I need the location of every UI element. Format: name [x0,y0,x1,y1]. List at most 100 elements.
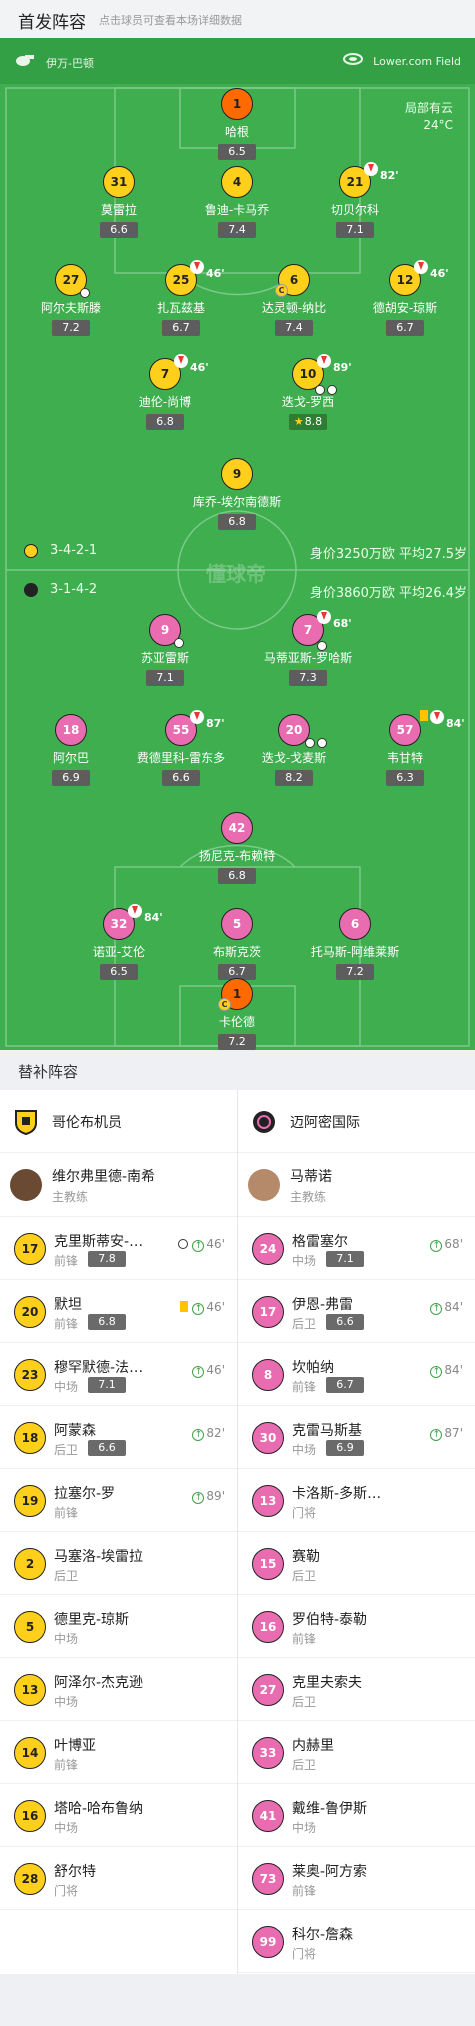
sub-player-row[interactable]: 17 伊恩-弗雷 后卫 6.6 ↑ 84' [238,1280,475,1343]
sub-minute: 46' [190,361,209,374]
player-number-text: 1 [232,987,242,1001]
sub-minute: 82' [380,169,399,182]
player-name: 克里夫索夫 [292,1675,362,1691]
home-player[interactable]: 25 46' 扎瓦兹基 6.7 [126,260,236,336]
player-number: 21 82' [339,162,399,198]
player-rating: 7.4 [275,320,313,336]
sub-player-row[interactable]: 19 拉塞尔-罗 前锋 ↑ 89' [0,1469,237,1532]
player-number: 5 [14,1611,46,1643]
player-name: 迪伦-尚博 [138,395,192,409]
away-team-row[interactable]: 迈阿密国际 [238,1090,475,1153]
sub-player-row[interactable]: 16 塔哈-哈布鲁纳 中场 [0,1784,237,1847]
away-player[interactable]: 55 87' 费德里科-雷东多 6.6 [126,710,236,786]
away-coach-row[interactable]: 马蒂诺 主教练 [238,1153,475,1217]
yellow-card-icon [180,1301,189,1312]
weather-condition: 局部有云 [404,101,453,115]
home-player[interactable]: 9 库乔-埃尔南德斯 6.8 [182,458,292,530]
home-player[interactable]: 10 89' 迭戈-罗西 ★8.8 [253,354,363,430]
sub-in-minute: 46' [206,1237,225,1251]
away-team-value: 身价3860万欧 平均26.4岁 [309,586,467,601]
sub-player-row[interactable]: 28 舒尔特 门将 [0,1847,237,1910]
substitutes-panel: 哥伦布机员 维尔弗里德-南希 主教练 17克里斯蒂安-拉米雷斯前锋7.8↑46'… [0,1090,475,1974]
player-number: 20 [278,714,327,748]
away-player[interactable]: 9 苏亚雷斯 7.1 [110,614,220,686]
home-player[interactable]: 4 鲁迪-卡马乔 7.4 [182,166,292,238]
sub-player-row[interactable]: 41 戴维-鲁伊斯 中场 [238,1784,475,1847]
home-player[interactable]: 21 82' 切贝尔科 7.1 [300,162,410,238]
sub-player-row[interactable]: 20 默坦 前锋 6.8 ↑ 46' [0,1280,237,1343]
yellow-card-icon [420,710,428,721]
away-player[interactable]: 7 68' 马蒂亚斯-罗哈斯 7.3 [253,610,363,686]
goal-icon [317,641,327,651]
away-player[interactable]: 6 托马斯-阿维莱斯 7.2 [300,908,410,980]
away-team-logo [253,1111,275,1133]
player-name: 赛勒 [292,1549,320,1565]
player-position: 前锋 [54,1254,79,1268]
home-team-row[interactable]: 哥伦布机员 [0,1090,237,1153]
home-player[interactable]: 7 46' 迪伦-尚博 6.8 [110,354,220,430]
sub-player-row[interactable]: 27 克里夫索夫 后卫 [238,1658,475,1721]
sub-player-row[interactable]: 2 马塞洛-埃雷拉 后卫 [0,1532,237,1595]
page-subtitle: 点击球员可查看本场详细数据 [99,14,242,27]
sub-player-row[interactable]: 23 穆罕默德-法拉赫 中场 7.1 ↑ 46' [0,1343,237,1406]
sub-player-row[interactable]: 99 科尔-詹森 门将 [238,1910,475,1973]
player-name: 默坦 [54,1297,82,1313]
player-number: 9 [149,614,184,648]
player-position: 后卫 [292,1758,317,1772]
player-rating: 7.3 [289,670,327,686]
home-player[interactable]: 27 阿尔夫斯滕 7.2 [16,264,126,336]
player-number: 57 84' [389,710,465,746]
sub-player-row[interactable]: 14 叶博亚 前锋 [0,1721,237,1784]
player-name: 克雷马斯基 [292,1423,362,1439]
player-position: 中场 [54,1632,79,1646]
player-name: 伊恩-弗雷 [292,1297,354,1313]
player-rating: 6.7 [162,320,200,336]
player-number: 18 [55,714,87,746]
away-subs-column: 迈阿密国际 马蒂诺 主教练 24 格雷塞尔 中场 7.1 ↑ 68' 17 伊恩-弗雷 后卫 6.… [238,1090,475,1973]
home-player[interactable]: 31 莫雷拉 6.6 [64,166,174,238]
player-number: 30 [252,1422,284,1454]
sub-off-icon [190,260,204,274]
away-player[interactable]: 42 扬尼克-布赖特 6.8 [182,812,292,884]
subs-section-title: 替补阵容 [0,1050,475,1090]
away-team-logo [24,583,38,597]
sub-player-row[interactable]: 18 阿蒙森 后卫 6.6 ↑ 82' [0,1406,237,1469]
away-player[interactable]: 18 阿尔巴 6.9 [16,714,126,786]
away-player[interactable]: 32 84' 诺亚-艾伦 6.5 [64,904,174,980]
sub-player-row[interactable]: 13 阿泽尔-杰克逊 中场 [0,1658,237,1721]
player-position: 中场 [292,1821,317,1835]
sub-in-icon: ↑ [430,1240,443,1252]
sub-player-row[interactable]: 33 内赫里 后卫 [238,1721,475,1784]
home-player[interactable]: 12 46' 德胡安-琼斯 6.7 [350,260,460,336]
home-player[interactable]: 6C 达灵顿-纳比 7.4 [239,264,349,336]
home-coach-row[interactable]: 维尔弗里德-南希 主教练 [0,1153,237,1217]
player-rating: 8.2 [275,770,313,786]
avatar [10,1169,42,1201]
away-player[interactable]: 5 布斯克茨 6.7 [182,908,292,980]
sub-player-row[interactable]: 73 莱奥-阿方索 前锋 [238,1847,475,1910]
away-player-gk[interactable]: 1C 卡伦德 7.2 [182,978,292,1050]
sub-player-row[interactable]: 24 格雷塞尔 中场 7.1 ↑ 68' [238,1217,475,1280]
away-player[interactable]: 20 迭戈-戈麦斯 8.2 [239,714,349,786]
player-number: 16 [14,1800,46,1832]
sub-player-row[interactable]: 5 德里克-琼斯 中场 [0,1595,237,1658]
player-number: 15 [252,1548,284,1580]
sub-player-row[interactable]: 17 克里斯蒂安-拉米雷斯前锋 7.8 ↑46' [0,1217,237,1280]
sub-player-row[interactable]: 15 赛勒 后卫 [238,1532,475,1595]
player-number: 73 [252,1863,284,1895]
away-player[interactable]: 57 84' 韦甘特 6.3 [350,710,465,786]
player-number: 99 [252,1926,284,1958]
home-player-gk[interactable]: 1 哈根 6.5 [182,88,292,160]
sub-player-row[interactable]: 30 克雷马斯基 中场 6.9 ↑ 87' [238,1406,475,1469]
player-number: 17 [252,1296,284,1328]
player-name: 戴维-鲁伊斯 [292,1801,368,1817]
player-number: 27 [252,1674,284,1706]
player-name: 拉塞尔-罗 [54,1486,116,1502]
sub-player-row[interactable]: 8 坎帕纳 前锋 6.7 ↑ 84' [238,1343,475,1406]
player-number: 1C [218,978,253,1011]
sub-player-row[interactable]: 13 卡洛斯-多斯桑托斯门将 [238,1469,475,1532]
sub-off-icon [174,354,188,368]
player-number-text: 7 [303,623,313,637]
sub-player-row[interactable]: 16 罗伯特-泰勒 前锋 [238,1595,475,1658]
player-name: 马塞洛-埃雷拉 [54,1549,144,1565]
